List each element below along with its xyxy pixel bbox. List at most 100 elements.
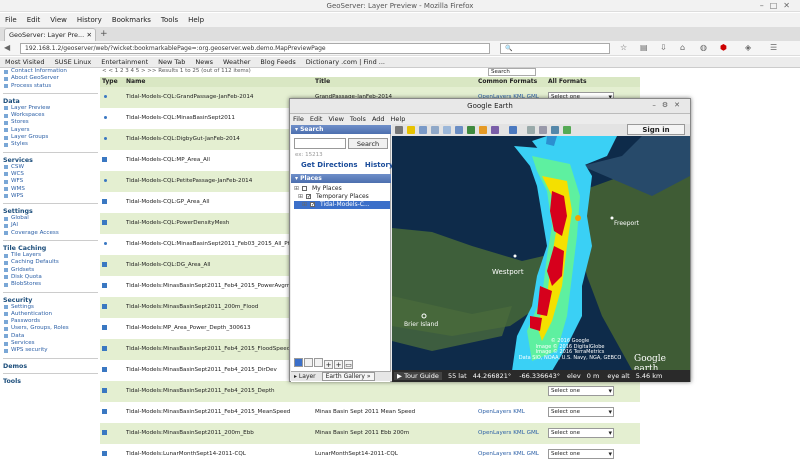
format-links[interactable]: OpenLayers KML GML <box>478 451 539 457</box>
email-icon[interactable] <box>527 126 535 134</box>
search-button[interactable]: Search <box>348 138 388 149</box>
placemark-icon[interactable] <box>407 126 415 134</box>
earth-gallery-tab[interactable]: Earth Gallery » <box>321 372 375 381</box>
sidebar-item-tile-layers[interactable]: Tile Layers <box>3 252 98 259</box>
sidebar-item-settings[interactable]: Settings <box>3 304 98 311</box>
layers-toggle-icon[interactable] <box>304 358 313 367</box>
menu-view[interactable]: View <box>45 16 72 24</box>
format-select[interactable]: Select one <box>548 386 614 396</box>
sidebar-item-jai[interactable]: JAI <box>3 222 98 229</box>
overlay-icon[interactable] <box>443 126 451 134</box>
reader-icon[interactable]: ▤ <box>640 43 648 52</box>
star-icon[interactable]: ☆ <box>620 43 627 52</box>
save-image-icon[interactable] <box>551 126 559 134</box>
menu-edit[interactable]: Edit <box>22 16 46 24</box>
ge-menu-file[interactable]: File <box>290 115 307 124</box>
sidebar-item-wps[interactable]: WPS <box>3 193 98 200</box>
bookmark-most-visited[interactable]: Most Visited <box>0 58 50 66</box>
sidebar-item-disk-quota[interactable]: Disk Quota <box>3 274 98 281</box>
pocket-icon[interactable]: ◍ <box>700 43 707 52</box>
download-icon[interactable]: ⇩ <box>660 43 667 52</box>
home-icon[interactable]: ⌂ <box>680 43 685 52</box>
sidebar-item-blobstores[interactable]: BlobStores <box>3 281 98 288</box>
format-select[interactable]: Select one <box>548 449 614 459</box>
blank-button[interactable] <box>314 358 323 367</box>
sidebar-item-global[interactable]: Global <box>3 215 98 222</box>
maps-icon[interactable] <box>563 126 571 134</box>
bookmark-suse-linux[interactable]: SUSE Linux <box>50 58 97 66</box>
sidebar-item-csw[interactable]: CSW <box>3 164 98 171</box>
sidebar-item-workspaces[interactable]: Workspaces <box>3 112 98 119</box>
expand-icon[interactable]: ⊞ <box>302 201 307 209</box>
planets-icon[interactable] <box>491 126 499 134</box>
sidebar-item-passwords[interactable]: Passwords <box>3 318 98 325</box>
place-item-tidal-models-c[interactable]: ⊞ ✓ Tidal-Models-C... <box>294 201 390 209</box>
tour-guide-button[interactable]: ▶ Tour Guide <box>394 372 442 380</box>
tour-icon[interactable] <box>455 126 463 134</box>
bookmark-dictionary-com-find[interactable]: Dictionary .com | Find ... <box>301 58 390 66</box>
bookmark-new-tab[interactable]: New Tab <box>153 58 190 66</box>
sidebar-item-contact-information[interactable]: Contact Information <box>3 68 98 75</box>
get-directions-link[interactable]: Get Directions <box>301 161 358 169</box>
add-icon[interactable]: + <box>324 360 333 369</box>
menu-history[interactable]: History <box>72 16 107 24</box>
bookmark-entertainment[interactable]: Entertainment <box>96 58 153 66</box>
sidebar-item-coverage-access[interactable]: Coverage Access <box>3 230 98 237</box>
earth-map-view[interactable]: Westport Freeport Brier Island © 2016 Go… <box>392 136 690 370</box>
place-checkbox[interactable]: ✓ <box>310 202 315 208</box>
tab-geoserver[interactable]: GeoServer: Layer Pre... ✕ <box>4 28 96 41</box>
sidebar-item-services[interactable]: Services <box>3 340 98 347</box>
sidebar-item-data[interactable]: Data <box>3 333 98 340</box>
place-checkbox[interactable] <box>302 186 307 191</box>
menu-file[interactable]: File <box>0 16 22 24</box>
sidebar-item-stores[interactable]: Stores <box>3 119 98 126</box>
expand-icon[interactable]: ⊞ <box>298 193 303 201</box>
col-name[interactable]: Name <box>126 78 145 85</box>
menu-bookmarks[interactable]: Bookmarks <box>107 16 156 24</box>
format-links[interactable]: OpenLayers KML <box>478 409 525 415</box>
sign-in-button[interactable]: Sign in <box>627 124 685 135</box>
sidebar-item-styles[interactable]: Styles <box>3 141 98 148</box>
folder-icon[interactable]: ▭ <box>344 360 353 369</box>
sidebar-toggle-icon[interactable] <box>395 126 403 134</box>
ge-window-controls[interactable]: –⚙✕ <box>652 101 686 109</box>
sidebar-item-layer-preview[interactable]: Layer Preview <box>3 105 98 112</box>
polygon-icon[interactable] <box>419 126 427 134</box>
add-folder-icon[interactable]: + <box>334 360 343 369</box>
history-link[interactable]: History <box>365 161 394 169</box>
print-icon[interactable] <box>539 126 547 134</box>
places-panel-header[interactable]: ▾ Places <box>291 174 391 183</box>
shield-icon[interactable]: ◈ <box>745 43 751 52</box>
sidebar-item-caching-defaults[interactable]: Caching Defaults <box>3 259 98 266</box>
sidebar-item-wfs[interactable]: WFS <box>3 178 98 185</box>
bookmark-news[interactable]: News <box>190 58 218 66</box>
format-links[interactable]: OpenLayers KML GML <box>478 430 539 436</box>
search-panel-header[interactable]: ▾ Search <box>291 125 391 134</box>
sun-icon[interactable] <box>479 126 487 134</box>
ge-menu-tools[interactable]: Tools <box>347 115 369 124</box>
sidebar-item-layer-groups[interactable]: Layer Groups <box>3 134 98 141</box>
sidebar-item-layers[interactable]: Layers <box>3 127 98 134</box>
sidebar-item-users-groups-roles[interactable]: Users, Groups, Roles <box>3 325 98 332</box>
bookmark-blog-feeds[interactable]: Blog Feeds <box>255 58 300 66</box>
sidebar-item-gridsets[interactable]: Gridsets <box>3 267 98 274</box>
back-arrow-icon[interactable]: ◀ <box>4 43 10 52</box>
sidebar-item-wcs[interactable]: WCS <box>3 171 98 178</box>
menu-help[interactable]: Help <box>183 16 209 24</box>
format-select[interactable]: Select one <box>548 407 614 417</box>
menu-tools[interactable]: Tools <box>156 16 183 24</box>
layers-tab[interactable]: ▸ Layer <box>291 373 316 380</box>
bookmark-weather[interactable]: Weather <box>218 58 255 66</box>
historical-imagery-icon[interactable] <box>467 126 475 134</box>
expand-icon[interactable]: ⊞ <box>294 185 299 193</box>
place-item-temporary-places[interactable]: ⊞ ✓ Temporary Places <box>294 193 390 201</box>
window-controls[interactable]: –□✕ <box>760 1 796 10</box>
sidebar-item-process-status[interactable]: Process status <box>3 83 98 90</box>
ge-menu-help[interactable]: Help <box>388 115 409 124</box>
path-icon[interactable] <box>431 126 439 134</box>
close-icon[interactable]: ✕ <box>87 29 92 41</box>
hamburger-menu-icon[interactable]: ☰ <box>770 43 777 52</box>
url-bar[interactable]: 192.168.1.2/geoserver/web/?wicket:bookma… <box>20 43 490 54</box>
search-bar[interactable]: 🔍 <box>500 43 610 54</box>
new-tab-button[interactable]: + <box>100 29 108 39</box>
